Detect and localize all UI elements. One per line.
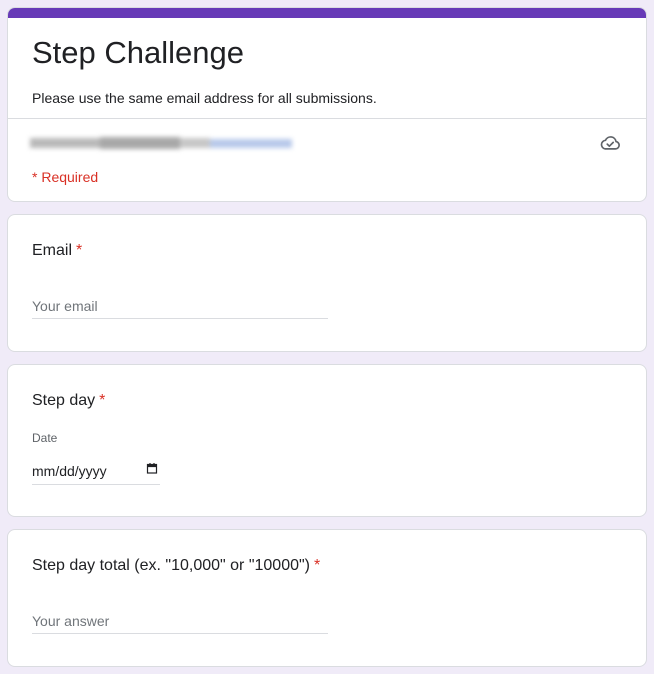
- step-day-date-input[interactable]: mm/dd/yyyy: [32, 458, 160, 485]
- question-label: Step day: [32, 392, 96, 409]
- question-label: Email: [32, 242, 73, 259]
- form-header-card: Step Challenge Please use the same email…: [7, 7, 647, 202]
- date-sub-label: Date: [32, 431, 58, 445]
- step-total-input[interactable]: [32, 608, 328, 634]
- form-description: Please use the same email address for al…: [32, 90, 377, 106]
- question-title-step-day: Step day *: [32, 391, 105, 411]
- question-card-step-day: Step day * Date mm/dd/yyyy: [7, 364, 647, 517]
- calendar-icon[interactable]: [146, 461, 158, 474]
- required-star: *: [76, 242, 83, 259]
- form-page: Step Challenge Please use the same email…: [0, 0, 654, 674]
- question-title-step-total: Step day total (ex. "10,000" or "10000")…: [32, 556, 320, 576]
- redacted-account-email: [30, 136, 292, 150]
- question-card-email: Email *: [7, 214, 647, 352]
- question-card-step-total: Step day total (ex. "10,000" or "10000")…: [7, 529, 647, 667]
- required-note: * Required: [32, 169, 99, 185]
- form-title: Step Challenge: [32, 35, 244, 70]
- email-input[interactable]: [32, 293, 328, 319]
- question-label: Step day total (ex. "10,000" or "10000"): [32, 557, 310, 574]
- required-star: *: [314, 557, 321, 574]
- account-row: [8, 119, 646, 165]
- date-placeholder: mm/dd/yyyy: [32, 463, 107, 479]
- question-title-email: Email *: [32, 241, 82, 261]
- required-star: *: [99, 392, 106, 409]
- form-accent-bar: [8, 8, 646, 18]
- cloud-check-icon[interactable]: [599, 132, 621, 152]
